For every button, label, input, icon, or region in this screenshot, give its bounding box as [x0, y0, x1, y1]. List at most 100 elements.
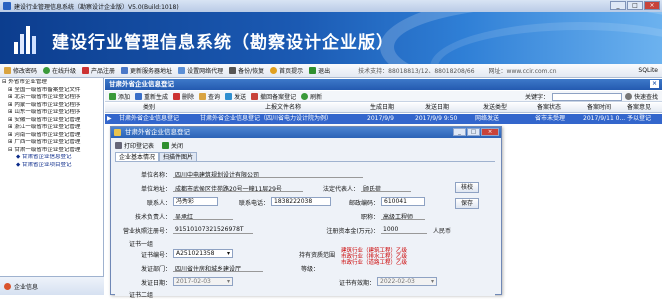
tree-label: 全国一级省市备案登记文件 [14, 86, 81, 93]
col-header[interactable]: 类别 [143, 103, 155, 113]
regenerate-icon [135, 92, 143, 100]
tree-item[interactable]: ⊞ 广西一级省市企业登记管理 [2, 139, 103, 147]
dialog-close-button[interactable]: × [481, 128, 499, 136]
zip-field[interactable]: 610041 [381, 197, 425, 206]
col-header[interactable]: 备案时间 [587, 103, 611, 113]
save-button[interactable]: 保存 [455, 198, 479, 209]
tree-leaf-info[interactable]: ◆ 甘肃省企业信息登记 [2, 154, 103, 162]
registration-dialog: 甘肃外省企业信息登记 _ □ × 打印登记表 关闭 企业基本情况 扫描件图片 单… [110, 126, 502, 299]
print-button[interactable]: 打印登记表 [115, 141, 154, 150]
phone-label: 联系电话： [238, 200, 269, 207]
tab-scans[interactable]: 扫描件图片 [159, 152, 198, 161]
refresh-button[interactable]: 刷新 [301, 92, 322, 101]
keyword-input[interactable] [551, 92, 622, 101]
toolbar-proxy[interactable]: 设置网络代理 [178, 66, 223, 75]
dialog-toolbar: 打印登记表 关闭 [115, 141, 183, 150]
toolbar-home-tip[interactable]: 首页提示 [270, 66, 303, 75]
tech-support-text: 技术支持：88018813/12、88018208/66 [358, 68, 475, 75]
send-button[interactable]: 发送 [225, 92, 246, 101]
unit-name-underline [173, 170, 363, 178]
banner: 建设行业管理信息系统（勘察设计企业版） [0, 12, 662, 64]
sidebar-bottom-tab[interactable]: 企业信息 [0, 276, 104, 295]
address-underline [173, 184, 303, 192]
tree-item[interactable]: ⊞ 山东一级省市企业登记程序 [2, 109, 103, 117]
license-label: 营业执照注册号： [122, 228, 171, 235]
server-icon [121, 67, 129, 74]
tree-item[interactable]: ⊟ 甘肃一级省市企业登记管理 [2, 147, 103, 155]
button-label: 查询 [208, 93, 221, 101]
dialog-controls: _ □ × [453, 128, 499, 136]
tech-underline [173, 212, 233, 220]
contact-field[interactable]: 冯秀彩 [173, 197, 218, 206]
tree-label: 内蒙一级省市企业登记程序 [14, 101, 81, 108]
toolbar-label: 设置网络代理 [187, 68, 224, 75]
dialog-icon [114, 129, 121, 136]
regenerate-button[interactable]: 重新生成 [135, 92, 168, 101]
toolbar-change-password[interactable]: 修改密码 [4, 66, 37, 75]
phone-field[interactable]: 1838222038 [271, 197, 331, 206]
dialog-minimize-button[interactable]: _ [453, 128, 466, 136]
toolbar-label: 更新服务器地址 [130, 68, 173, 75]
toolbar-register[interactable]: 产品注册 [82, 66, 115, 75]
tree-label: 甘肃一级省市企业登记管理 [14, 146, 81, 153]
toolbar-online-upgrade[interactable]: 在线升级 [43, 66, 76, 75]
cert-no-value: A251021358 [176, 250, 215, 257]
col-header[interactable]: 发送日期 [425, 103, 449, 113]
add-button[interactable]: 添加 [109, 92, 130, 101]
verify-button[interactable]: 核校 [455, 182, 479, 193]
tree-leaf-project[interactable]: ◆ 甘肃省企业项目登记 [2, 162, 103, 170]
dialog-title: 甘肃外省企业信息登记 [125, 128, 190, 136]
col-header[interactable]: 上报文件名称 [265, 103, 301, 113]
toolbar-label: 在线升级 [52, 68, 77, 75]
tree-item[interactable]: ⊞ 北京一级省市企业登记程序 [2, 94, 103, 102]
quick-search-button[interactable]: 快速查找 [624, 92, 658, 101]
tree-item[interactable]: ⊞ 内蒙一级省市企业登记程序 [2, 102, 103, 110]
tree-item[interactable]: ⊞ 安徽一级省市企业登记管理 [2, 117, 103, 125]
button-label: 快速查找 [633, 94, 658, 101]
dialog-close-tool[interactable]: 关闭 [162, 141, 183, 150]
expire-field[interactable]: 2022-02-03 ▾ [377, 277, 437, 286]
query-button[interactable]: 查询 [199, 92, 220, 101]
panel-header: 甘肃外省企业信息登记 × [105, 79, 662, 90]
maximize-button[interactable]: □ [627, 1, 643, 10]
tree-item[interactable]: ⊞ 全国一级省市备案登记文件 [2, 87, 103, 95]
button-label: 关闭 [171, 143, 184, 150]
tree-root[interactable]: ⊟ 外省市企业管理 [2, 79, 103, 87]
col-header[interactable]: 生成日期 [370, 103, 394, 113]
window-titlebar: 建设行业管理信息系统（勘察设计企业版）V5.0(Build:1018) [0, 0, 662, 12]
tree-item[interactable]: ⊞ 河南一级省市企业登记管理 [2, 132, 103, 140]
tree-item[interactable]: ⊞ 浙江一级省市企业登记管理 [2, 124, 103, 132]
tree-label: 广西一级省市企业登记管理 [14, 139, 81, 145]
delete-button[interactable]: 删除 [173, 92, 194, 101]
add-icon [109, 92, 116, 100]
col-header[interactable]: 备案状态 [537, 103, 561, 113]
license-underline [173, 226, 253, 234]
withdraw-button[interactable]: 撤回备案登记 [251, 92, 296, 101]
toolbar-update-server[interactable]: 更新服务器地址 [121, 66, 172, 75]
button-label: 发送 [234, 93, 247, 101]
table-row[interactable]: ▶ 甘肃外省企业信息登记 甘肃外省企业信息登记（四川省电力设计院为例） 2017… [105, 114, 662, 124]
cert-no-field[interactable]: A251021358 ▾ [173, 249, 233, 258]
col-header[interactable]: 发送类型 [483, 103, 507, 113]
toolbar-exit[interactable]: 退出 [309, 66, 330, 75]
toolbar-backup[interactable]: 备份/恢复 [229, 66, 264, 75]
dialog-maximize-button[interactable]: □ [467, 128, 480, 136]
printer-icon [115, 142, 122, 149]
dialog-titlebar: 甘肃外省企业信息登记 [111, 127, 501, 138]
cell: 省市未受理 [535, 115, 566, 122]
grade-label: 等级： [300, 266, 319, 273]
refresh-icon [301, 92, 309, 100]
row-indicator: ▶ [107, 115, 112, 122]
register-icon [82, 67, 90, 74]
panel-close-icon[interactable]: × [650, 80, 659, 88]
close-button[interactable]: × [644, 1, 660, 10]
tree-label: 北京一级省市企业登记程序 [14, 94, 81, 100]
col-header[interactable]: 备案意见 [627, 103, 651, 113]
tree-label: 山东一级省市企业登记程序 [14, 109, 81, 115]
tree-label: 甘肃省企业信息登记 [21, 154, 72, 160]
issue-date-field[interactable]: 2017-02-03 ▾ [173, 277, 233, 286]
capital-label: 注册资本金(万元)： [326, 228, 379, 235]
issue-date-value: 2017-02-03 [176, 278, 211, 285]
minimize-button[interactable]: _ [610, 1, 626, 10]
tab-basic-info[interactable]: 企业基本情况 [115, 152, 160, 161]
